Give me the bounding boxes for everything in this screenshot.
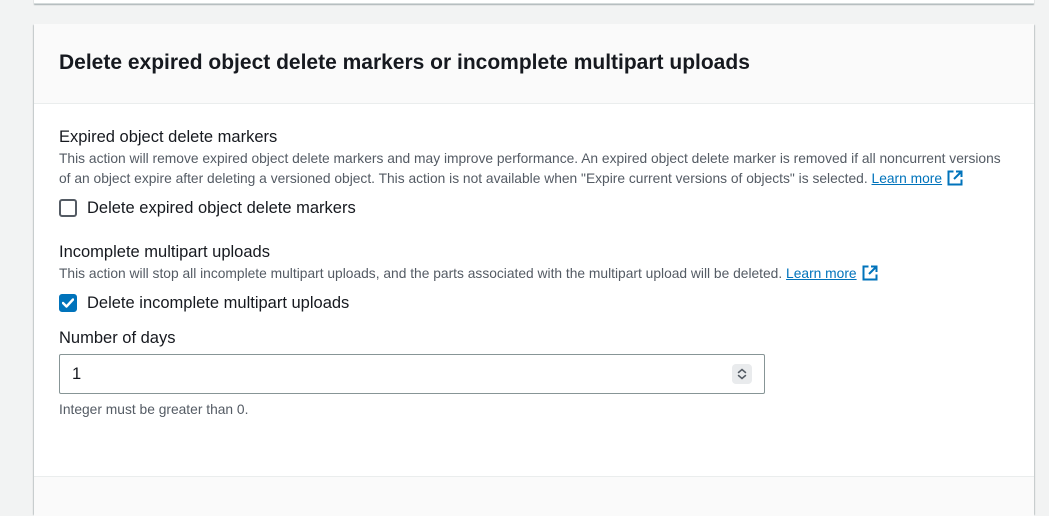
card-header: Delete expired object delete markers or … — [34, 24, 1034, 104]
multipart-description: This action will stop all incomplete mul… — [59, 264, 1009, 284]
delete-incomplete-multipart-option[interactable]: Delete incomplete multipart uploads — [59, 292, 1009, 314]
external-link-icon[interactable] — [946, 169, 964, 187]
card-body: Expired object delete markers This actio… — [34, 104, 1034, 420]
delete-incomplete-multipart-checkbox-label[interactable]: Delete incomplete multipart uploads — [87, 292, 349, 314]
checkmark-icon — [62, 298, 74, 308]
number-stepper[interactable] — [732, 364, 752, 384]
multipart-learn-more-link[interactable]: Learn more — [786, 266, 857, 281]
multipart-description-text: This action will stop all incomplete mul… — [59, 266, 783, 281]
delete-incomplete-multipart-checkbox[interactable] — [59, 294, 77, 312]
number-of-days-input[interactable] — [60, 355, 764, 393]
delete-expired-markers-checkbox[interactable] — [59, 199, 77, 217]
multipart-learn-more-text: Learn more — [786, 266, 857, 281]
expired-markers-label: Expired object delete markers — [59, 128, 278, 146]
number-of-days-field[interactable] — [59, 354, 765, 394]
expired-markers-description: This action will remove expired object d… — [59, 149, 1009, 189]
card-footer — [34, 476, 1034, 516]
number-of-days-label: Number of days — [59, 329, 176, 347]
card-title: Delete expired object delete markers or … — [59, 51, 750, 74]
external-link-icon[interactable] — [861, 264, 879, 282]
number-stepper-icon[interactable] — [732, 364, 752, 384]
expired-markers-description-text: This action will remove expired object d… — [59, 151, 1001, 186]
delete-expired-markers-checkbox-label[interactable]: Delete expired object delete markers — [87, 197, 356, 219]
delete-markers-multipart-card: Delete expired object delete markers or … — [34, 24, 1034, 516]
multipart-label: Incomplete multipart uploads — [59, 243, 270, 261]
expired-markers-learn-more-link[interactable]: Learn more — [872, 171, 943, 186]
number-of-days-hint: Integer must be greater than 0. — [59, 402, 249, 417]
expired-markers-learn-more-text: Learn more — [871, 171, 943, 186]
previous-card-edge — [34, 0, 1034, 4]
delete-expired-markers-option[interactable]: Delete expired object delete markers — [59, 197, 1009, 219]
